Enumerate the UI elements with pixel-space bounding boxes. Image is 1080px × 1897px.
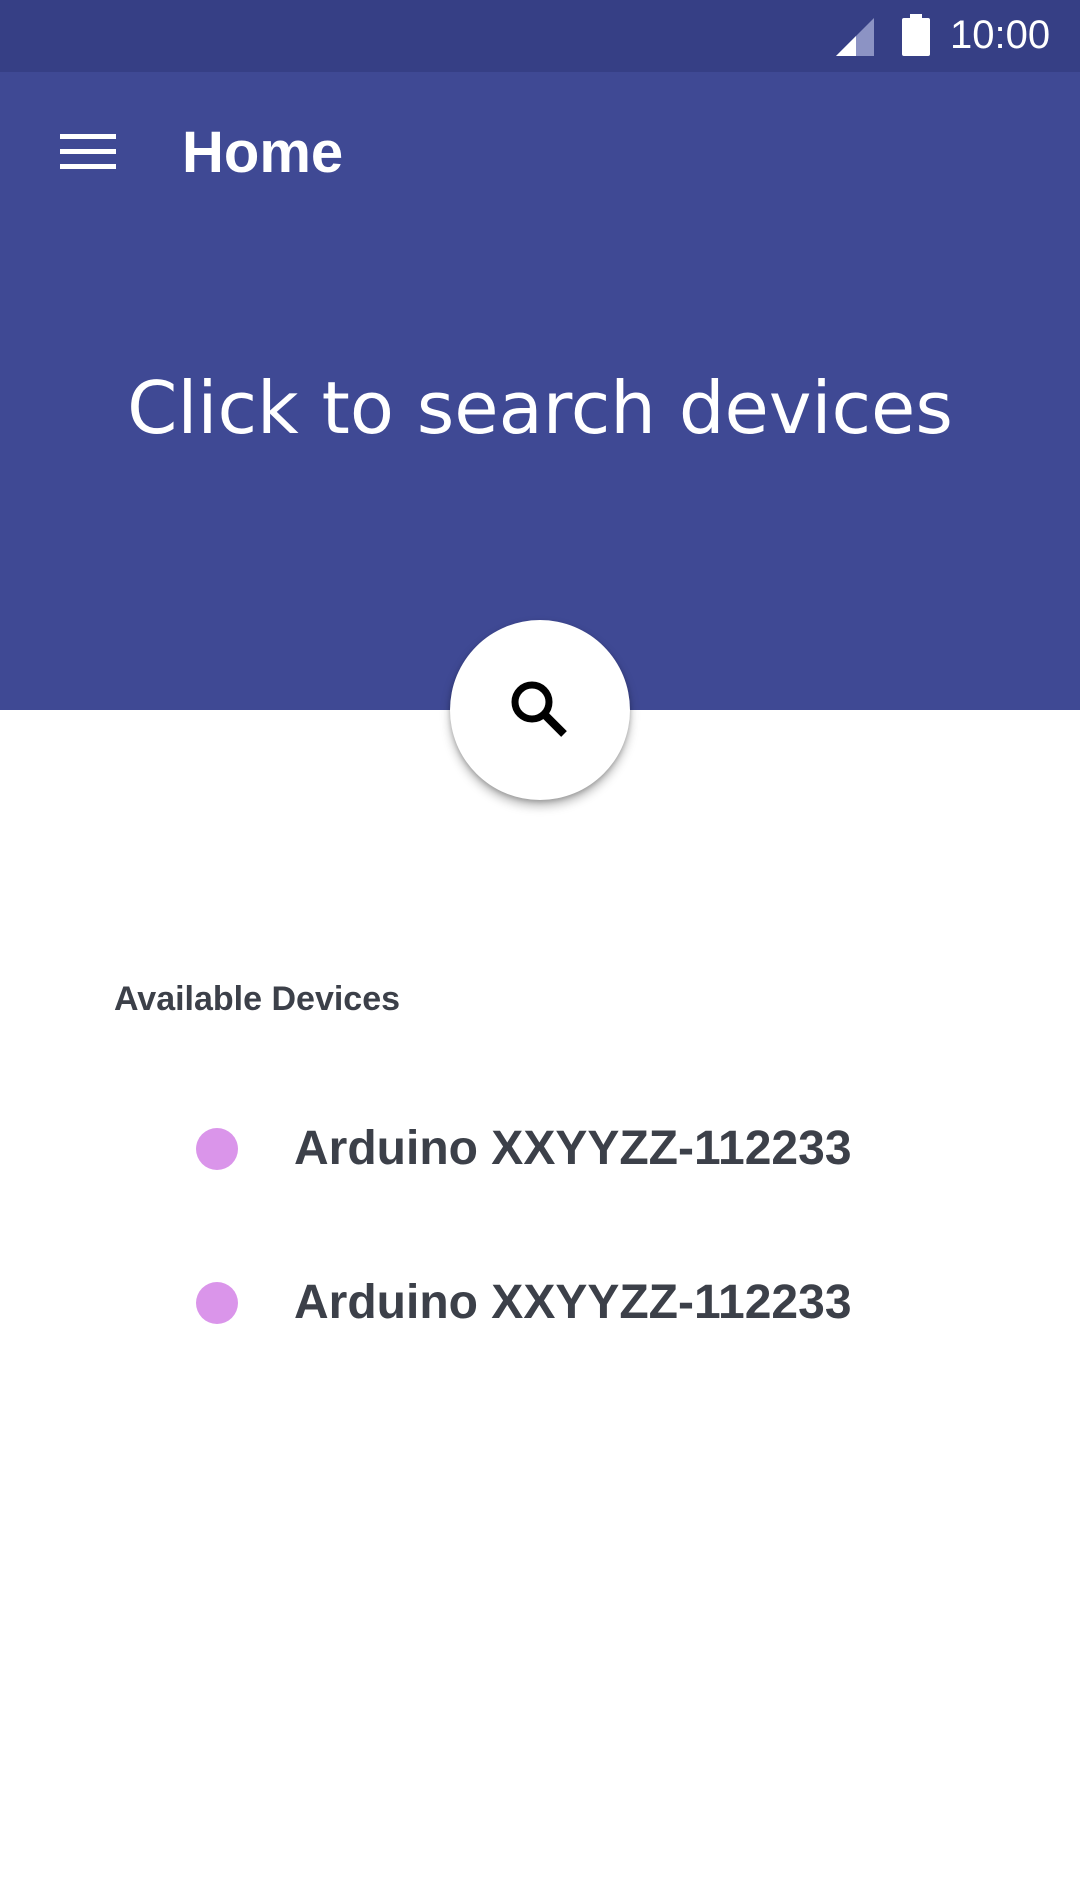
device-list: Arduino XXYYZZ-112233 Arduino XXYYZZ-112… <box>0 1090 1080 1398</box>
device-name: Arduino XXYYZZ-112233 <box>294 1122 852 1175</box>
available-devices-label: Available Devices <box>114 980 401 1018</box>
home-screen: 10:00 Home Click to search devices Avail… <box>0 0 1080 1897</box>
menu-button[interactable] <box>44 108 132 196</box>
search-button[interactable] <box>450 620 630 800</box>
device-list-item[interactable]: Arduino XXYYZZ-112233 <box>0 1090 1080 1244</box>
page-title: Home <box>182 120 344 185</box>
search-prompt[interactable]: Click to search devices <box>0 366 1080 450</box>
search-icon[interactable] <box>508 678 572 742</box>
status-bar: 10:00 <box>0 0 1080 72</box>
menu-icon[interactable] <box>60 132 116 172</box>
battery-icon <box>902 14 930 56</box>
signal-icon <box>836 18 874 56</box>
device-list-item[interactable]: Arduino XXYYZZ-112233 <box>0 1244 1080 1398</box>
device-status-dot <box>196 1282 238 1324</box>
device-name: Arduino XXYYZZ-112233 <box>294 1276 852 1329</box>
device-status-dot <box>196 1128 238 1170</box>
status-time: 10:00 <box>950 13 1051 57</box>
